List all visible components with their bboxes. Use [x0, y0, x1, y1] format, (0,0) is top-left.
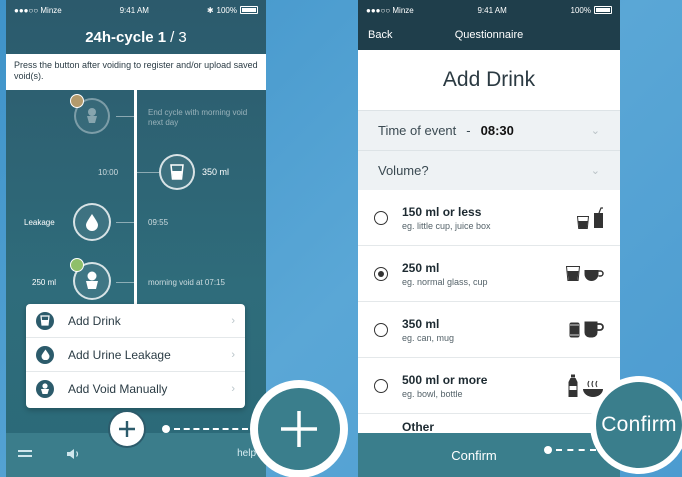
toilet-icon — [87, 108, 97, 123]
cycle-title: 24h-cycle 1 — [85, 28, 167, 46]
sun-icon — [70, 94, 84, 108]
plus-icon — [119, 421, 135, 437]
hamburger-menu-icon[interactable] — [18, 450, 32, 459]
menu-item-label: Add Drink — [68, 313, 121, 328]
chevron-down-icon: ⌄ — [590, 125, 600, 137]
connector-dashes — [556, 449, 596, 451]
right-phone-screen: ●●●○○ Minze 9:41 AM 100% Back Questionna… — [358, 0, 620, 477]
volume-select[interactable]: Volume? ⌄ — [358, 150, 620, 190]
cup-icon — [584, 270, 604, 281]
instruction-text: Press the button after voiding to regist… — [6, 54, 266, 90]
cup-icon — [40, 315, 50, 326]
volume-label: 250 ml — [32, 278, 57, 287]
clock: 9:41 AM — [477, 5, 507, 15]
option-example: eg. bowl, bottle — [402, 388, 463, 399]
option-example: eg. little cup, juice box — [402, 220, 491, 231]
status-bar: ●●●○○ Minze 9:41 AM ✱ 100% — [6, 0, 266, 20]
clock: 9:41 AM — [119, 5, 149, 15]
zoomed-confirm-button[interactable]: Confirm — [590, 376, 682, 474]
connector-dot — [162, 425, 170, 433]
menu-add-void-manually[interactable]: Add Void Manually › — [26, 372, 245, 406]
droplet-icon — [41, 349, 49, 360]
radio-button[interactable] — [374, 210, 388, 225]
morning-void-text: morning void at 07:15 — [148, 278, 225, 287]
toilet-icon — [86, 271, 98, 289]
sun-icon — [70, 258, 84, 272]
battery-percent: 100% — [570, 5, 591, 15]
menu-item-label: Add Urine Leakage — [68, 347, 171, 362]
battery-percent: 100% — [216, 5, 237, 15]
option-label: 250 ml — [402, 260, 440, 275]
option-label: Other — [402, 420, 435, 434]
left-phone-screen: ●●●○○ Minze 9:41 AM ✱ 100% 24h-cycle 1 /… — [6, 0, 266, 477]
carrier-label: ●●●○○ Minze — [14, 5, 62, 15]
cycle-fraction: / 3 — [170, 28, 187, 46]
radio-button[interactable] — [374, 378, 388, 393]
chevron-right-icon: › — [231, 314, 235, 327]
zoomed-confirm-label: Confirm — [596, 382, 682, 468]
end-cycle-text: End cycle with morning void next day — [148, 108, 248, 127]
leakage-event[interactable] — [73, 203, 111, 241]
status-bar: ●●●○○ Minze 9:41 AM 100% — [358, 0, 620, 20]
add-event-button[interactable] — [108, 410, 146, 448]
radio-button[interactable] — [374, 322, 388, 337]
menu-add-drink[interactable]: Add Drink › — [26, 304, 245, 338]
bluetooth-icon: ✱ — [206, 5, 214, 15]
separator: - — [466, 123, 471, 138]
cycle-header: 24h-cycle 1 / 3 — [6, 20, 266, 54]
connector-dot — [544, 446, 552, 454]
battery-icon — [594, 6, 612, 14]
option-example: eg. normal glass, cup — [402, 276, 488, 287]
menu-add-urine-leakage[interactable]: Add Urine Leakage › — [26, 338, 245, 372]
juice-box-icon — [594, 206, 603, 228]
zoomed-add-button[interactable] — [250, 380, 348, 477]
option-label: 150 ml or less — [402, 204, 482, 219]
chevron-right-icon: › — [231, 383, 235, 395]
leakage-label: Leakage — [24, 218, 55, 227]
navigation-bar: Back Questionnaire — [358, 20, 620, 50]
carrier-label: ●●●○○ Minze — [366, 5, 414, 15]
volume-option-other[interactable]: Other — [358, 414, 620, 434]
option-example: eg. can, mug — [402, 332, 455, 343]
option-label: 500 ml or more — [402, 372, 488, 387]
volume-label: 350 ml — [202, 167, 230, 177]
plus-icon — [281, 411, 317, 447]
cup-icon — [170, 164, 184, 180]
time-label: Time of event — [378, 123, 457, 138]
volume-option-250[interactable]: 250 ml eg. normal glass, cup — [358, 246, 620, 302]
option-label: 350 ml — [402, 316, 440, 331]
time-label: 10:00 — [98, 168, 119, 177]
drink-event[interactable] — [159, 154, 195, 190]
can-icon — [569, 322, 580, 338]
glass-icon — [566, 266, 580, 281]
connector-dashes — [174, 428, 248, 430]
volume-prompt: Volume? — [378, 163, 429, 178]
volume-option-150[interactable]: 150 ml or less eg. little cup, juice box — [358, 190, 620, 246]
volume-option-350[interactable]: 350 ml eg. can, mug — [358, 302, 620, 358]
mug-icon — [584, 321, 604, 338]
chevron-right-icon: › — [231, 348, 235, 361]
help-link[interactable]: help — [237, 448, 256, 459]
add-menu-popup: Add Drink › Add Urine Leakage › Add Void… — [26, 304, 245, 408]
bottle-icon — [568, 374, 578, 397]
chevron-down-icon: ⌄ — [590, 165, 600, 177]
nav-title: Questionnaire — [454, 29, 524, 41]
menu-item-label: Add Void Manually — [68, 382, 168, 396]
droplet-icon — [86, 214, 98, 231]
radio-button-selected[interactable] — [374, 266, 388, 281]
page-title: Add Drink — [442, 68, 536, 91]
confirm-button[interactable]: Confirm — [451, 448, 497, 463]
volume-option-500[interactable]: 500 ml or more eg. bowl, bottle — [358, 358, 620, 414]
timeline-axis — [134, 90, 137, 320]
back-button[interactable]: Back — [368, 29, 392, 41]
toilet-icon — [41, 383, 49, 394]
time-value: 08:30 — [480, 123, 514, 138]
confirm-bar[interactable]: Confirm — [358, 433, 620, 477]
time-label: 09:55 — [148, 218, 169, 227]
speaker-icon[interactable] — [66, 447, 82, 461]
battery-icon — [239, 6, 258, 14]
small-cup-icon — [577, 215, 589, 229]
time-of-event-select[interactable]: Time of event - 08:30 ⌄ — [358, 110, 620, 150]
